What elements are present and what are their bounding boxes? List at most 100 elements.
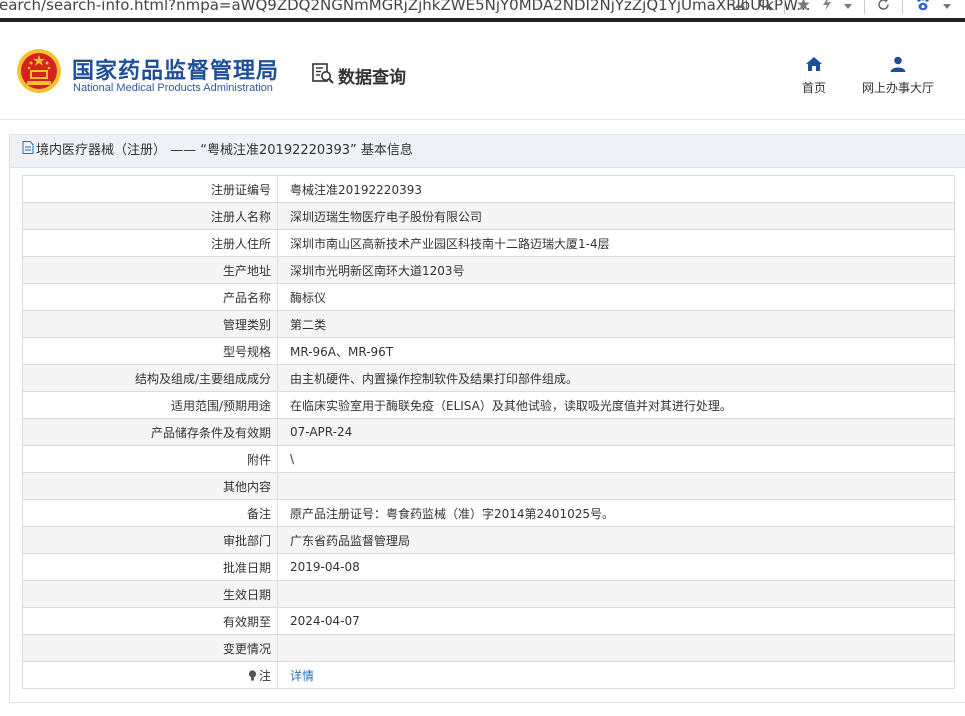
image-icon[interactable] [733,0,747,15]
lightbulb-icon [248,669,259,683]
refresh-icon[interactable] [877,0,890,16]
browser-toolbar [733,0,951,16]
star-icon[interactable] [797,0,810,16]
row-label: 生效日期 [222,587,271,602]
site-title[interactable]: 国家药品监督管理局 [72,53,279,85]
chevron-down-icon[interactable] [943,0,951,15]
row-value-cell: 原产品注册证号：粤食药监械（准）字2014第2401025号。 [277,499,955,527]
table-row: 注 详情 [22,661,955,689]
table-row: 生产地址 深圳市光明新区南环大道1203号 [22,256,955,284]
toolbar-separator [784,0,785,14]
table-row: 附件 \ [22,445,955,473]
row-value: 2019-04-08 [290,560,360,574]
table-row: 注册证编号 粤械注准20192220393 [22,175,955,203]
row-value-cell: 在临床实验室用于酶联免疫（ELISA）及其他试验，读取吸光度值并对其进行处理。 [277,391,955,419]
toolbar-separator [902,0,903,14]
row-label: 适用范围/预期用途 [170,398,271,413]
site-header: 国家药品监督管理局 National Medical Products Admi… [0,22,965,120]
table-row: 产品储存条件及有效期 07-APR-24 [22,418,955,446]
row-value: 深圳市光明新区南环大道1203号 [290,263,465,278]
nav-online-service-hall[interactable]: 网上办事大厅 [862,56,934,96]
row-label: 注册证编号 [210,182,271,197]
row-value-cell: 深圳市南山区高新技术产业园区科技南十二路迈瑞大厦1-4层 [277,229,955,257]
row-value: 原产品注册证号：粤食药监械（准）字2014第2401025号。 [290,506,614,521]
row-label-cell: 产品储存条件及有效期 [22,418,278,446]
row-label: 产品储存条件及有效期 [150,425,271,440]
table-row: 生效日期 [22,580,955,608]
table-row: 变更情况 [22,634,955,662]
row-label-cell: 注 [22,661,278,689]
table-row: 结构及组成/主要组成成分 由主机硬件、内置操作控制软件及结果打印部件组成。 [22,364,955,392]
row-label: 批准日期 [222,560,271,575]
zoom-icon[interactable] [759,0,772,16]
row-label-cell: 批准日期 [22,553,278,581]
panel-title: 境内医疗器械（注册） —— “粤械注准20192220393” 基本信息 [36,143,413,158]
row-label-cell: 适用范围/预期用途 [22,391,278,419]
row-value-cell: 深圳市光明新区南环大道1203号 [277,256,955,284]
toolbar-separator [864,0,865,14]
user-icon [889,56,907,75]
row-label: 注 [258,668,271,683]
row-value-cell: 深圳迈瑞生物医疗电子股份有限公司 [277,202,955,230]
row-value: 2024-04-07 [290,614,360,628]
row-value-cell: 第二类 [277,310,955,338]
row-label: 审批部门 [222,533,271,548]
row-label: 有效期至 [222,614,271,629]
row-label-cell: 生效日期 [22,580,278,608]
info-table: 注册证编号 粤械注准20192220393 注册人名称 深圳迈瑞生物医疗电子股份有限公… [22,175,955,689]
row-label-cell: 产品名称 [22,283,278,311]
document-icon [22,135,34,167]
row-value-cell: 详情 [277,661,955,689]
row-label: 备注 [246,506,271,521]
row-label-cell: 变更情况 [22,634,278,662]
table-row: 备注 原产品注册证号：粤食药监械（准）字2014第2401025号。 [22,499,955,527]
data-query-heading: 数据查询 [312,62,406,88]
home-icon [805,56,823,75]
row-label-cell: 有效期至 [22,607,278,635]
row-value: 第二类 [290,317,327,332]
row-value: 粤械注准20192220393 [290,182,422,197]
row-value: 深圳迈瑞生物医疗电子股份有限公司 [290,209,483,224]
table-row: 批准日期 2019-04-08 [22,553,955,581]
row-label: 型号规格 [222,344,271,359]
row-value: \ [290,452,295,466]
table-row: 其他内容 [22,472,955,500]
row-value-cell: 07-APR-24 [277,418,955,446]
baidu-paw-icon[interactable] [915,0,931,16]
table-row: 产品名称 酶标仪 [22,283,955,311]
row-label-cell: 生产地址 [22,256,278,284]
site-title-english: National Medical Products Administration [73,82,273,94]
row-value: 由主机硬件、内置操作控制软件及结果打印部件组成。 [290,371,579,386]
url-text[interactable]: earch/search-info.html?nmpa=aWQ9ZDQ2NGNm… [0,0,811,13]
nav-home-label: 首页 [802,81,827,95]
row-label-cell: 其他内容 [22,472,278,500]
row-label: 注册人住所 [210,236,271,251]
row-label-cell: 管理类别 [22,310,278,338]
row-label: 结构及组成/主要组成成分 [134,371,271,386]
chevron-down-icon[interactable] [844,0,852,15]
row-label: 其他内容 [222,479,271,494]
address-bar[interactable]: earch/search-info.html?nmpa=aWQ9ZDQ2NGNm… [0,0,965,22]
row-value: 酶标仪 [290,290,327,305]
row-value: 在临床实验室用于酶联免疫（ELISA）及其他试验，读取吸光度值并对其进行处理。 [290,398,732,413]
table-row: 适用范围/预期用途 在临床实验室用于酶联免疫（ELISA）及其他试验，读取吸光度值… [22,391,955,419]
row-label-cell: 附件 [22,445,278,473]
data-query-icon [312,62,334,88]
row-value: 广东省药品监督管理局 [290,533,411,548]
row-value-cell: MR-96A、MR-96T [277,337,955,365]
row-label: 生产地址 [222,263,271,278]
table-row: 管理类别 第二类 [22,310,955,338]
row-value-cell: 由主机硬件、内置操作控制软件及结果打印部件组成。 [277,364,955,392]
row-value-cell: 2024-04-07 [277,607,955,635]
row-value-cell [277,580,955,608]
lightning-icon[interactable] [822,0,832,16]
row-label-cell: 结构及组成/主要组成成分 [22,364,278,392]
row-label: 附件 [246,452,271,467]
row-value-cell: 广东省药品监督管理局 [277,526,955,554]
row-value: 07-APR-24 [290,425,353,439]
details-link[interactable]: 详情 [290,669,314,683]
row-value-cell [277,472,955,500]
nav-home[interactable]: 首页 [802,56,826,96]
national-emblem-logo[interactable] [16,48,62,94]
row-value: MR-96A、MR-96T [290,344,394,359]
